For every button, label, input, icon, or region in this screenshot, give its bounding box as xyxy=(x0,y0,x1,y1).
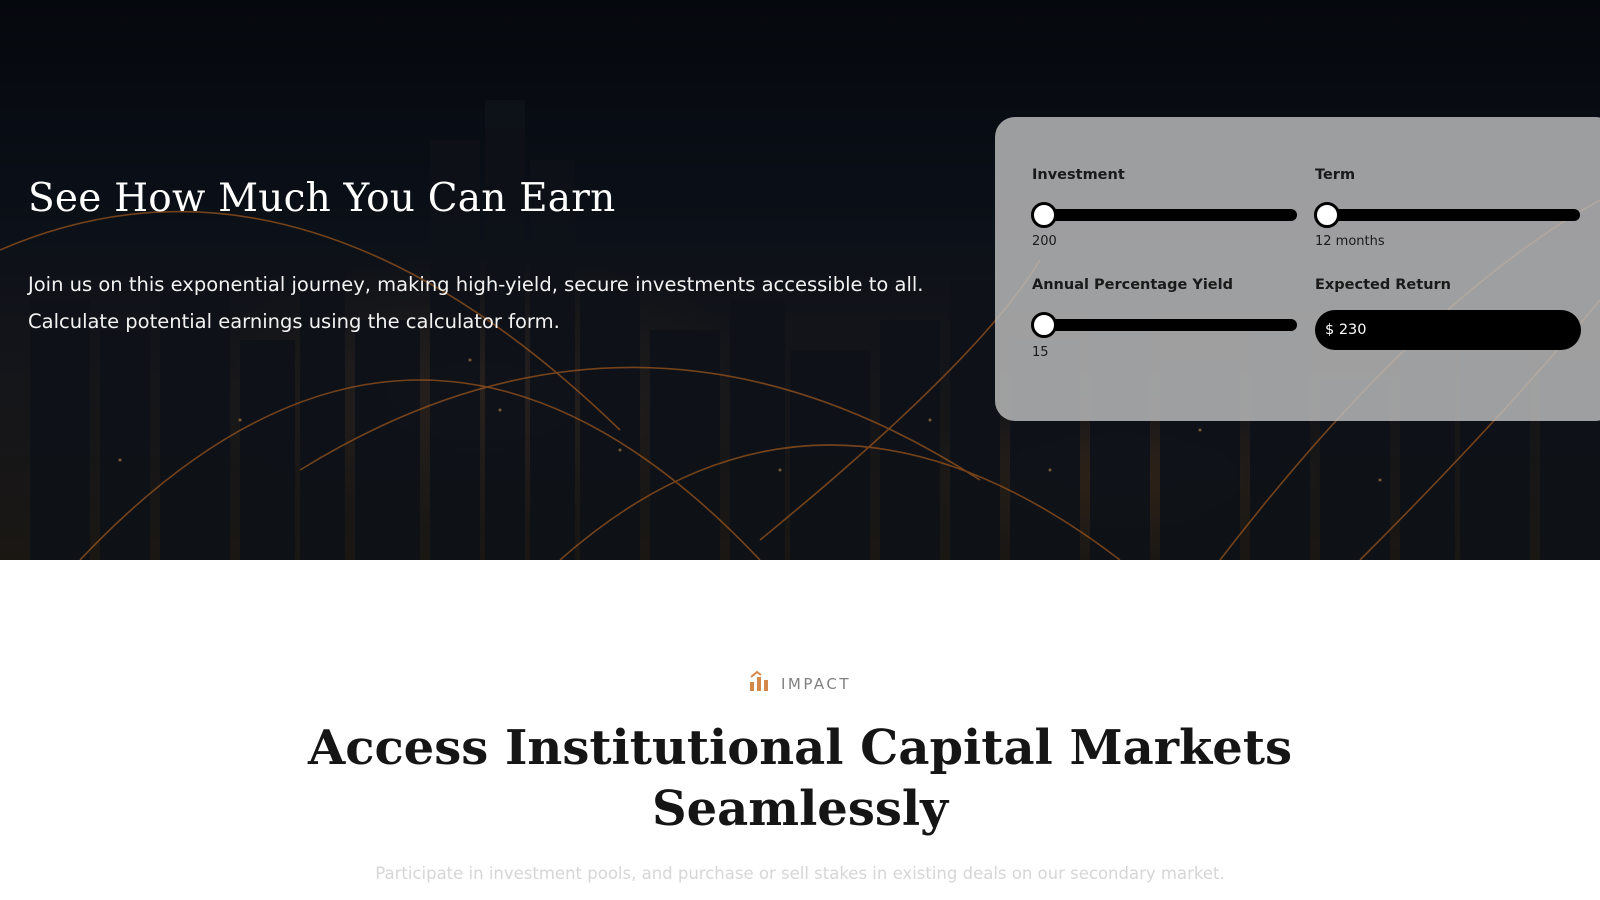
section-title-line-1: Access Institutional Capital Markets xyxy=(307,720,1293,776)
hero-section: See How Much You Can Earn Join us on thi… xyxy=(0,0,1600,560)
term-slider-handle[interactable] xyxy=(1314,202,1340,228)
hero-description-line-2: Calculate potential earnings using the c… xyxy=(28,310,560,333)
investment-slider-handle[interactable] xyxy=(1031,202,1057,228)
hero-description-line-1: Join us on this exponential journey, mak… xyxy=(28,273,924,296)
investment-label: Investment xyxy=(1032,167,1125,183)
apy-value: 15 xyxy=(1032,345,1049,360)
term-label: Term xyxy=(1315,167,1356,183)
impact-eyebrow: IMPACT xyxy=(0,670,1600,697)
earnings-calculator-panel: Investment 200 Term 12 months Annual Per… xyxy=(995,117,1600,421)
term-value: 12 months xyxy=(1315,234,1385,249)
term-slider[interactable] xyxy=(1314,202,1580,228)
section-title: Access Institutional Capital Markets Sea… xyxy=(0,718,1600,840)
expected-return-label: Expected Return xyxy=(1315,277,1451,293)
apy-label: Annual Percentage Yield xyxy=(1032,277,1233,293)
bar-chart-growth-icon xyxy=(749,670,769,697)
section-subtitle: Participate in investment pools, and pur… xyxy=(375,864,1225,883)
hero-description: Join us on this exponential journey, mak… xyxy=(28,266,948,340)
term-field: Term xyxy=(1315,167,1355,183)
investment-value: 200 xyxy=(1032,234,1057,249)
section-title-line-2: Seamlessly xyxy=(651,781,949,837)
apy-slider[interactable] xyxy=(1031,312,1297,338)
hero-title: See How Much You Can Earn xyxy=(28,176,616,221)
impact-label: IMPACT xyxy=(780,674,852,693)
apy-field: Annual Percentage Yield xyxy=(1032,277,1233,293)
expected-return-field: Expected Return xyxy=(1315,277,1451,293)
investment-field: Investment xyxy=(1032,167,1125,183)
expected-return-output[interactable] xyxy=(1315,310,1581,350)
investment-slider[interactable] xyxy=(1031,202,1297,228)
apy-slider-handle[interactable] xyxy=(1031,312,1057,338)
